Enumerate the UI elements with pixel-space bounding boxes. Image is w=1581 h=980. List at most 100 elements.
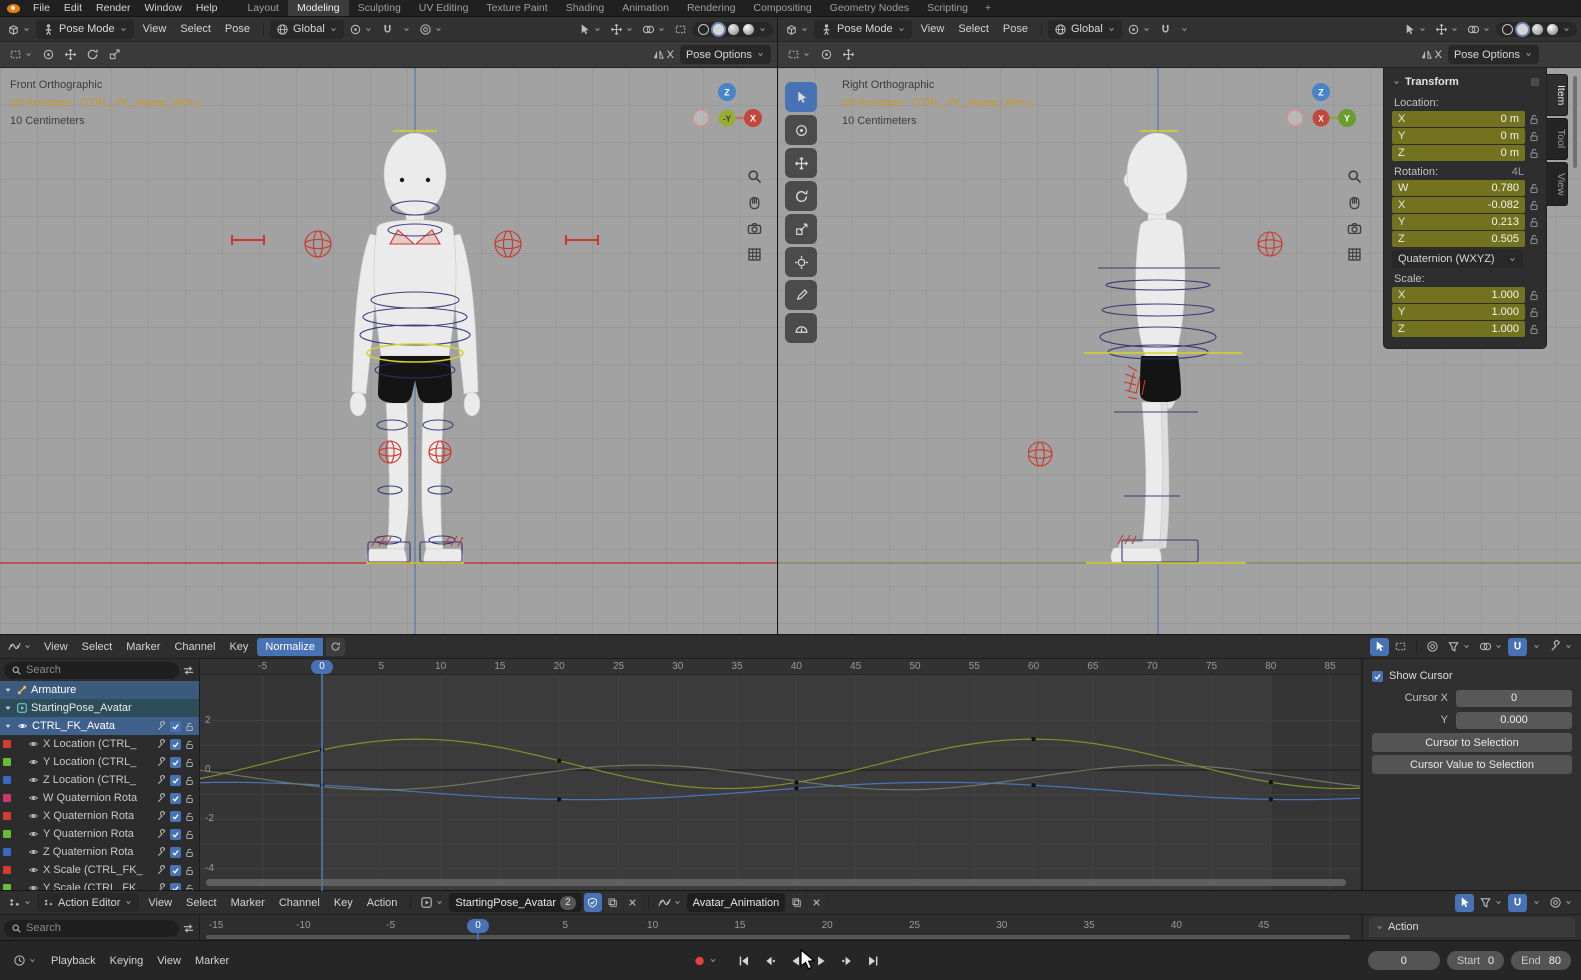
frame-start-field[interactable]: Start0 [1447, 951, 1504, 970]
track-datablock-field[interactable]: Avatar_Animation [687, 893, 786, 912]
channel-enable-checkbox[interactable] [170, 793, 181, 804]
lock-icon[interactable] [1528, 182, 1540, 194]
action-panel-header[interactable]: Action [1369, 917, 1575, 937]
tool-move[interactable] [785, 148, 817, 178]
dope-horizontal-scrollbar[interactable] [206, 935, 1350, 939]
dope-ruler[interactable]: 0 -15-10-5051015202530354045 [200, 915, 1360, 941]
shading-solid-button[interactable] [1517, 24, 1528, 35]
keyframe-dot[interactable] [1269, 780, 1273, 784]
channel-name[interactable]: X Location (CTRL_ [43, 738, 153, 750]
modifier-icon[interactable] [156, 757, 167, 768]
visibility-eye-icon[interactable] [27, 775, 40, 785]
modifier-icon[interactable] [156, 811, 167, 822]
rotation-field[interactable]: W0.780 [1392, 180, 1525, 196]
snap-dropdown[interactable] [1177, 20, 1192, 38]
filter-dropdown[interactable] [1476, 894, 1506, 912]
workspace-tab[interactable]: Sculpting [349, 0, 410, 16]
lock-icon[interactable] [1528, 233, 1540, 245]
tool-settings-toggle-1[interactable] [817, 46, 836, 64]
graph-canvas[interactable]: -50510152025303540455055606570758085 20-… [200, 659, 1360, 891]
dope-menu-item[interactable]: Marker [224, 891, 272, 914]
show-cursor-checkbox[interactable] [1372, 671, 1383, 682]
cursor-x-field[interactable]: 0 [1456, 690, 1572, 707]
menu-item[interactable]: Window [137, 0, 188, 16]
sidebar-tab[interactable]: View [1547, 162, 1568, 207]
channel-enable-checkbox[interactable] [170, 811, 181, 822]
lock-icon[interactable] [184, 757, 195, 768]
channel-enable-checkbox[interactable] [170, 775, 181, 786]
graph-menu-item[interactable]: Select [75, 635, 120, 658]
visibility-eye-icon[interactable] [27, 829, 40, 839]
auto-keying-record-button[interactable] [688, 950, 721, 972]
browse-track-dropdown[interactable] [655, 894, 685, 912]
proportional-edit-toggle[interactable] [1423, 638, 1442, 656]
channel-enable-checkbox[interactable] [170, 847, 181, 858]
normalize-toggle[interactable]: Normalize [257, 638, 323, 656]
editor-type-button[interactable] [5, 638, 35, 656]
filter-swap-icon[interactable] [182, 922, 195, 935]
channel-name[interactable]: StartingPose_Avatar [31, 702, 195, 714]
tool-annotate[interactable] [785, 280, 817, 310]
sidebar-tab[interactable]: Tool [1547, 118, 1568, 159]
visibility-eye-icon[interactable] [27, 811, 40, 821]
channel-name[interactable]: Armature [31, 684, 195, 696]
current-frame-field[interactable]: 0 [1368, 951, 1440, 970]
modifier-icon[interactable] [156, 739, 167, 750]
mirror-x-toggle[interactable]: X [649, 46, 677, 64]
mode-dropdown[interactable]: Pose Mode [814, 20, 912, 39]
pan-hand-icon[interactable] [746, 194, 763, 211]
viewport-canvas-front[interactable]: Front Orthographic (0) Armature : CTRL_F… [0, 68, 777, 634]
modifier-icon[interactable] [156, 721, 167, 732]
menu-item[interactable]: Help [189, 0, 225, 16]
channel-row[interactable]: Z Location (CTRL_ [0, 771, 199, 789]
workspace-tab[interactable]: Rendering [678, 0, 744, 16]
lock-icon[interactable] [1528, 289, 1540, 301]
gizmo-minus-x-ball[interactable] [693, 110, 709, 126]
snap-magnet-toggle[interactable] [1156, 20, 1175, 38]
visibility-eye-icon[interactable] [27, 865, 40, 875]
channel-row[interactable]: CTRL_FK_Avata [0, 717, 199, 735]
rotation-mode-dropdown[interactable]: Quaternion (WXYZ) [1392, 250, 1523, 268]
keyframe-dot[interactable] [794, 786, 798, 790]
rotation-field[interactable]: Z0.505 [1392, 231, 1525, 247]
channel-name[interactable]: Y Quaternion Rota [43, 828, 153, 840]
unlink-track-button[interactable] [807, 893, 825, 912]
keyframe-dot[interactable] [557, 759, 561, 763]
panel-collapse-icon[interactable] [1392, 78, 1401, 87]
workspace-tab[interactable]: Layout [238, 0, 288, 16]
lock-icon[interactable] [1528, 306, 1540, 318]
menu-item[interactable]: Render [89, 0, 137, 16]
blender-logo-icon[interactable] [0, 0, 26, 16]
filter-dropdown[interactable] [1444, 638, 1474, 656]
sidebar-tab[interactable]: Item [1547, 74, 1568, 116]
proportional-dropdown[interactable] [1546, 894, 1576, 912]
channel-enable-checkbox[interactable] [170, 829, 181, 840]
status-menu-item[interactable]: Keying [103, 941, 151, 980]
keyframe-dot[interactable] [1031, 783, 1035, 787]
modifier-icon[interactable] [156, 865, 167, 876]
channel-row[interactable]: X Scale (CTRL_FK_ [0, 861, 199, 879]
lock-icon[interactable] [1528, 216, 1540, 228]
shading-rendered-button[interactable] [1547, 24, 1558, 35]
xray-toggle[interactable] [671, 20, 690, 38]
workspace-tab[interactable]: Shading [557, 0, 614, 16]
lock-icon[interactable] [184, 775, 195, 786]
channel-enable-checkbox[interactable] [170, 757, 181, 768]
graph-menu-item[interactable]: Marker [119, 635, 167, 658]
select-mode-dropdown[interactable] [6, 46, 36, 64]
tool-settings-toggle-4[interactable] [105, 46, 124, 64]
visibility-eye-icon[interactable] [27, 793, 40, 803]
channel-name[interactable]: Z Location (CTRL_ [43, 774, 153, 786]
viewport-canvas-right[interactable]: Right Orthographic (0) Armature : CTRL_F… [778, 68, 1581, 634]
current-frame-indicator[interactable]: 0 [311, 660, 333, 674]
rotation-field[interactable]: Y0.213 [1392, 214, 1525, 230]
tool-settings-toggle-2[interactable] [839, 46, 858, 64]
viewport-menu-item[interactable]: Select [951, 17, 996, 41]
tool-transform[interactable] [785, 247, 817, 277]
modifier-icon[interactable] [156, 793, 167, 804]
pivot-dropdown[interactable] [346, 20, 376, 38]
ortho-grid-icon[interactable] [746, 246, 763, 263]
shading-material-button[interactable] [728, 24, 739, 35]
workspace-tab[interactable]: Compositing [744, 0, 820, 16]
lock-icon[interactable] [1528, 147, 1540, 159]
